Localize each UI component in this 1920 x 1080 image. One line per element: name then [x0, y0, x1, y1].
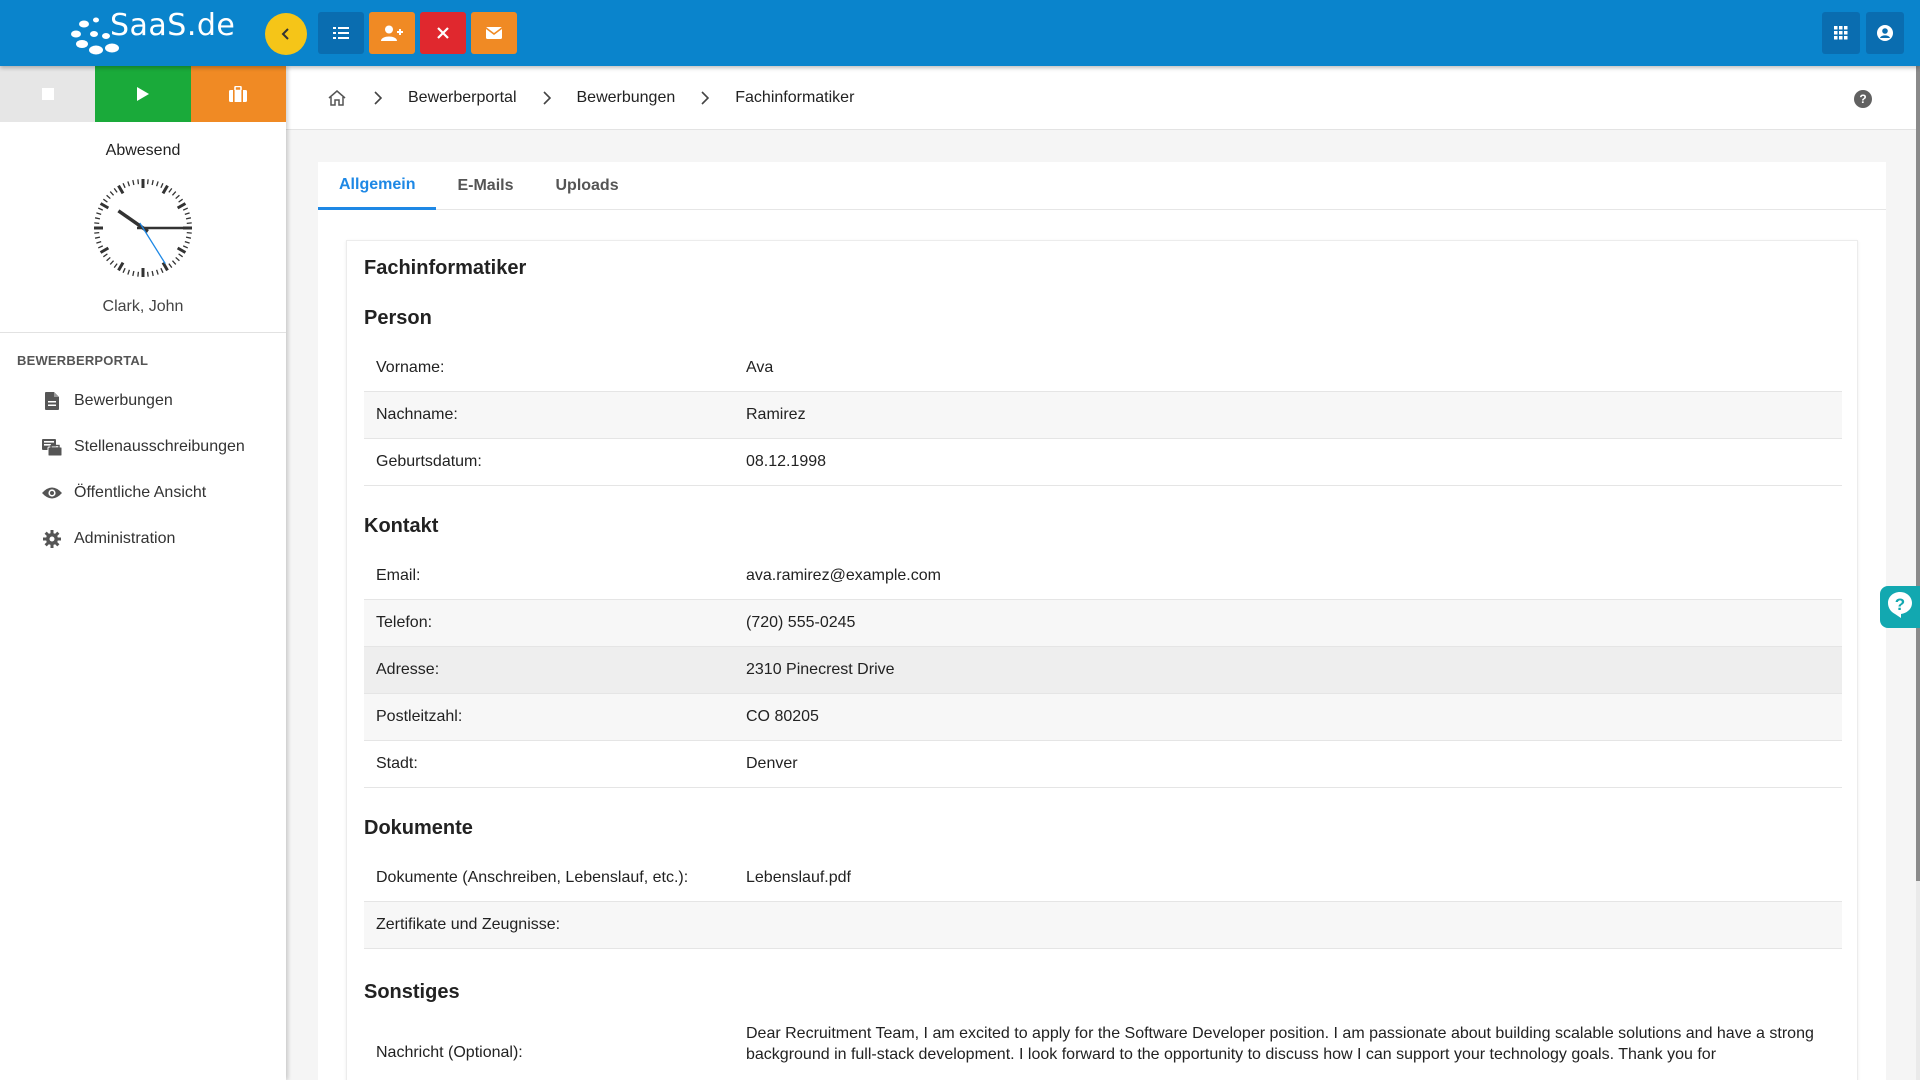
sidebar-divider: [0, 332, 286, 333]
table-row: Adresse: 2310 Pinecrest Drive: [364, 647, 1842, 694]
close-icon: [437, 27, 449, 39]
chevron-right-icon: [699, 90, 711, 106]
field-label: Nachname:: [376, 406, 458, 423]
play-icon: [136, 87, 149, 101]
clock-icon: [94, 179, 192, 277]
breadcrumb-item[interactable]: Bewerberportal: [408, 89, 517, 107]
field-label: Adresse:: [376, 661, 440, 678]
field-value: Ramirez: [746, 406, 806, 423]
sidebar-item-label: Stellenausschreibungen: [74, 438, 245, 455]
tab-bar: Allgemein E-Mails Uploads: [318, 162, 1886, 210]
section-heading-sonstiges: Sonstiges: [364, 981, 460, 1003]
chevron-right-icon: [372, 90, 384, 106]
breadcrumb-item[interactable]: Bewerbungen: [577, 89, 676, 107]
sidebar-item-label: Öffentliche Ansicht: [74, 484, 207, 501]
time-status-buttons: [0, 66, 286, 122]
list-button[interactable]: [318, 12, 364, 54]
stop-button[interactable]: [0, 66, 96, 122]
page-scrollbar[interactable]: [1916, 66, 1920, 1080]
home-icon[interactable]: [326, 87, 348, 109]
envelope-icon: [486, 27, 502, 39]
field-value: 08.12.1998: [746, 453, 827, 470]
brand-logo[interactable]: SaaS.de: [70, 8, 235, 58]
apps-grid-icon: [1834, 26, 1848, 40]
field-label: Nachricht (Optional):: [376, 1044, 523, 1061]
field-value: ava.ramirez@example.com: [746, 567, 941, 584]
sidebar-item-oeffentliche-ansicht[interactable]: Öffentliche Ansicht: [0, 470, 286, 516]
table-row: Postleitzahl: CO 80205: [364, 694, 1842, 741]
chevron-left-icon: [281, 28, 289, 40]
field-label: Dokumente (Anschreiben, Lebenslauf, etc.…: [376, 869, 689, 886]
list-icon: [333, 27, 349, 39]
floating-help-button[interactable]: ?: [1880, 586, 1920, 628]
table-row: Dokumente (Anschreiben, Lebenslauf, etc.…: [364, 855, 1842, 902]
tab-e-mails[interactable]: E-Mails: [436, 162, 534, 210]
main-content: Allgemein E-Mails Uploads Fachinformatik…: [318, 162, 1886, 1080]
tab-uploads[interactable]: Uploads: [534, 162, 639, 210]
document-icon: [42, 391, 62, 411]
field-label: Stadt:: [376, 755, 418, 772]
user-menu-button[interactable]: [1866, 12, 1904, 54]
gear-icon: [42, 529, 62, 549]
job-board-icon: [42, 437, 62, 457]
play-button[interactable]: [95, 66, 191, 122]
field-label: Telefon:: [376, 614, 433, 631]
field-label: Geburtsdatum:: [376, 453, 482, 470]
field-value: Ava: [746, 359, 774, 376]
svg-text:?: ?: [1895, 595, 1905, 614]
mail-button[interactable]: [471, 12, 517, 54]
breadcrumb: Bewerberportal Bewerbungen Fachinformati…: [286, 66, 1916, 130]
question-bubble-icon: ?: [1888, 592, 1912, 618]
collapse-sidebar-button[interactable]: [265, 13, 307, 55]
logo-text: SaaS.de: [110, 8, 236, 43]
table-row: Vorname: Ava: [364, 345, 1842, 392]
business-trip-button[interactable]: [190, 66, 286, 122]
table-row: Stadt: Denver: [364, 741, 1842, 788]
sidebar-item-bewerbungen[interactable]: Bewerbungen: [0, 378, 286, 424]
stop-icon: [41, 88, 54, 100]
field-value: CO 80205: [746, 708, 819, 725]
table-row: Geburtsdatum: 08.12.1998: [364, 439, 1842, 486]
sidebar-section-title: BEWERBERPORTAL: [17, 353, 149, 368]
field-label: Zertifikate und Zeugnisse:: [376, 916, 561, 933]
field-value: Denver: [746, 755, 798, 772]
sidebar-item-stellenausschreibungen[interactable]: Stellenausschreibungen: [0, 424, 286, 470]
add-user-button[interactable]: [369, 12, 415, 54]
table-row: Telefon: (720) 555-0245: [364, 600, 1842, 647]
table-row: Email: ava.ramirez@example.com: [364, 553, 1842, 600]
section-heading-dokumente: Dokumente: [364, 817, 473, 839]
section-heading-kontakt: Kontakt: [364, 515, 439, 537]
breadcrumb-current: Fachinformatiker: [735, 88, 855, 106]
table-row: Zertifikate und Zeugnisse:: [364, 902, 1842, 949]
user-plus-icon: [381, 25, 403, 41]
field-label: Postleitzahl:: [376, 708, 463, 725]
user-name: Clark, John: [102, 298, 184, 315]
table-row: Nachname: Ramirez: [364, 392, 1842, 439]
table-row: Nachricht (Optional): Dear Recruitment T…: [364, 1019, 1842, 1080]
attendance-status: Abwesend: [105, 142, 181, 159]
sidebar-item-administration[interactable]: Administration: [0, 516, 286, 562]
document-link[interactable]: Lebenslauf.pdf: [746, 869, 1826, 887]
help-icon[interactable]: ?: [1854, 90, 1872, 108]
tab-allgemein[interactable]: Allgemein: [318, 162, 437, 210]
top-bar: SaaS.de: [0, 0, 1920, 66]
field-value: Dear Recruitment Team, I am excited to a…: [746, 1025, 1814, 1063]
sidebar-item-label: Administration: [74, 530, 176, 547]
field-label: Email:: [376, 567, 421, 584]
field-value: 2310 Pinecrest Drive: [746, 661, 895, 678]
close-button[interactable]: [420, 12, 466, 54]
user-circle-icon: [1877, 25, 1893, 41]
section-heading-person: Person: [364, 307, 432, 329]
sidebar-item-label: Bewerbungen: [74, 392, 173, 409]
scrollbar-thumb[interactable]: [1916, 66, 1920, 881]
sidebar: Abwesend Clark, John BEWERBERPORTAL Bewe…: [0, 66, 286, 1080]
eye-icon: [42, 483, 62, 503]
chevron-right-icon: [541, 90, 553, 106]
field-label: Vorname:: [376, 359, 445, 376]
apps-button[interactable]: [1822, 12, 1860, 54]
field-value: (720) 555-0245: [746, 614, 856, 631]
briefcase-icon: [229, 86, 248, 102]
page-title: Fachinformatiker: [364, 257, 527, 279]
detail-panel: Fachinformatiker Person Vorname: Ava Nac…: [346, 240, 1858, 1080]
